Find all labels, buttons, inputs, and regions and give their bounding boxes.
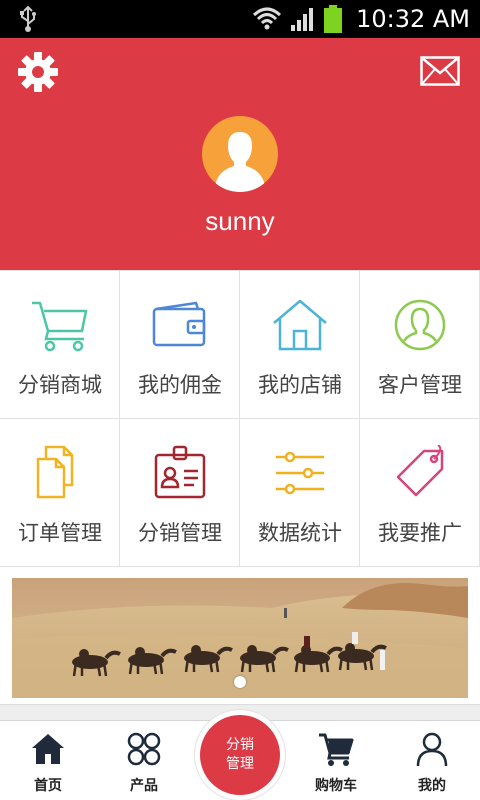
- grid-item-customer-management[interactable]: 客户管理: [360, 271, 480, 419]
- battery-icon: [324, 5, 342, 33]
- avatar[interactable]: [202, 116, 278, 192]
- grid-item-label: 订单管理: [18, 521, 102, 545]
- banner-indicator-dot[interactable]: [234, 676, 246, 688]
- center-button-label: 分销 管理: [223, 736, 257, 774]
- nav-distribution-management-button[interactable]: 分销 管理: [194, 709, 286, 800]
- nav-products[interactable]: 产品: [96, 721, 192, 800]
- center-label-line1: 分销: [226, 737, 254, 753]
- usb-icon: [20, 5, 36, 32]
- grid-item-data-statistics[interactable]: 数据统计: [240, 419, 360, 567]
- grid-item-my-commission[interactable]: 我的佣金: [120, 271, 240, 419]
- grid-item-label: 客户管理: [378, 373, 462, 397]
- grid-item-distribution-mall[interactable]: 分销商城: [0, 271, 120, 419]
- username: sunny: [205, 206, 275, 236]
- house-icon: [273, 299, 327, 351]
- user-circle-icon: [394, 299, 446, 351]
- shopping-cart-icon: [32, 301, 88, 352]
- nav-mine[interactable]: 我的: [384, 721, 480, 800]
- status-time: 10:32 AM: [356, 5, 470, 33]
- bottom-nav: 首页 产品 分销 管理 购物车 我的: [0, 709, 480, 800]
- grid-item-label: 我的店铺: [258, 373, 342, 397]
- signal-icon: [291, 8, 313, 31]
- grid-item-label: 我要推广: [378, 521, 462, 545]
- grid-item-label: 分销商城: [18, 373, 102, 397]
- settings-gear-icon[interactable]: [16, 50, 60, 94]
- shopping-cart-icon: [319, 733, 354, 766]
- nav-home-label: 首页: [34, 778, 62, 794]
- profile-header: sunny: [0, 38, 480, 270]
- nav-home[interactable]: 首页: [0, 721, 96, 800]
- mail-icon[interactable]: [420, 56, 460, 86]
- grid-item-promote[interactable]: 我要推广: [360, 419, 480, 567]
- home-icon: [32, 734, 64, 764]
- grid-item-distribution-management[interactable]: 分销管理: [120, 419, 240, 567]
- nav-cart-label: 购物车: [315, 778, 357, 794]
- nav-cart[interactable]: 购物车: [288, 721, 384, 800]
- grid-item-label: 我的佣金: [138, 373, 222, 397]
- status-bar: 10:32 AM: [0, 0, 480, 38]
- avatar-icon: [216, 132, 264, 192]
- center-action-button: 分销 管理: [200, 715, 280, 795]
- function-grid: 分销商城 我的佣金 我的店铺 客户管理 订单管理 分销管理 数据统计 我要推广: [0, 270, 480, 567]
- wifi-icon: [252, 7, 282, 30]
- nav-mine-label: 我的: [418, 778, 446, 794]
- center-label-line2: 管理: [226, 756, 254, 772]
- price-tag-icon: [396, 445, 444, 497]
- screen: 10:32 AM sunny 分销商城 我的佣金 我的店铺 客户管理 订单管理 …: [0, 0, 480, 800]
- person-icon: [416, 732, 448, 767]
- grid-item-label: 分销管理: [138, 521, 222, 545]
- four-circles-grid-icon: [127, 732, 161, 766]
- grid-item-my-store[interactable]: 我的店铺: [240, 271, 360, 419]
- grid-item-order-management[interactable]: 订单管理: [0, 419, 120, 567]
- wallet-icon: [152, 301, 206, 347]
- promo-banner[interactable]: [12, 578, 468, 698]
- sliders-icon: [276, 451, 324, 495]
- documents-icon: [36, 445, 74, 499]
- grid-item-label: 数据统计: [258, 521, 342, 545]
- nav-products-label: 产品: [130, 778, 158, 794]
- id-badge-icon: [154, 445, 206, 499]
